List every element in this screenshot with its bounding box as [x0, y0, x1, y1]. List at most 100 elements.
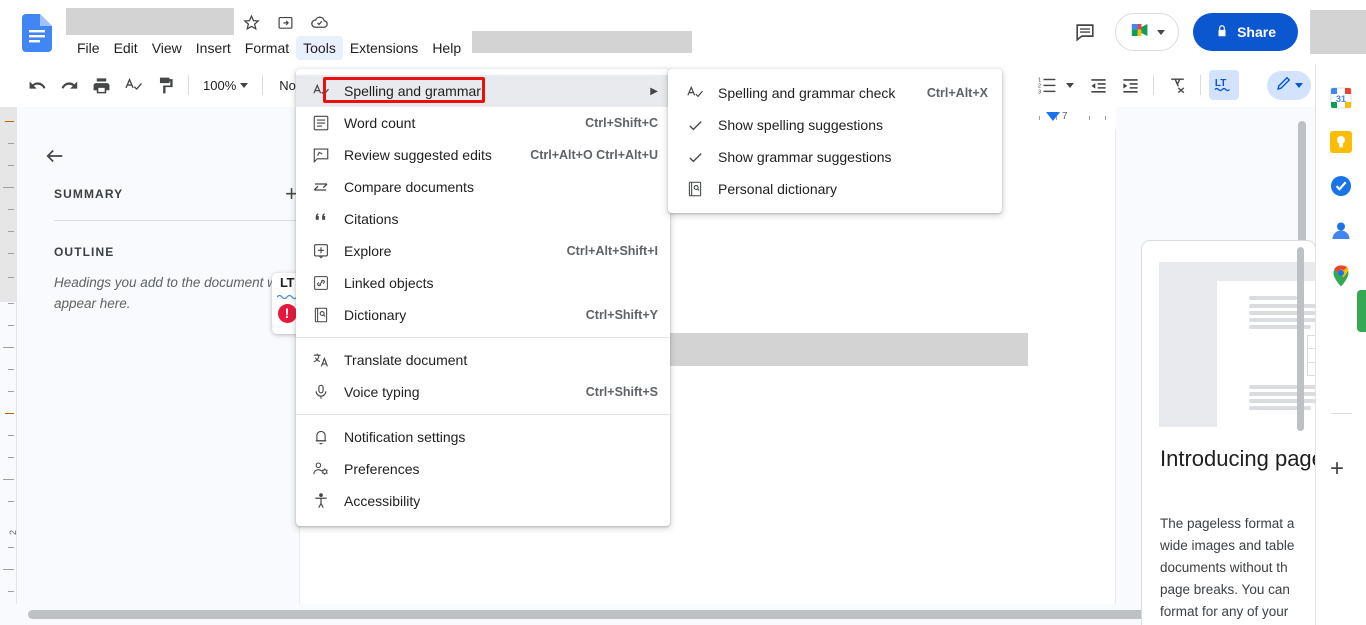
chevron-down-icon[interactable] [1066, 82, 1074, 88]
menu-view[interactable]: View [145, 36, 189, 60]
submenu-item-spelling-and-grammar-check[interactable]: Spelling and grammar check Ctrl+Alt+X [668, 77, 1002, 109]
menu-item-word-count[interactable]: Word count Ctrl+Shift+C [296, 107, 670, 139]
menu-item-label: Spelling and grammar [344, 83, 481, 99]
docs-logo-icon[interactable] [22, 14, 52, 52]
chevron-down-icon[interactable] [1295, 82, 1303, 88]
comment-icon[interactable] [1065, 12, 1105, 52]
menu-edit[interactable]: Edit [107, 36, 145, 60]
spelling-grammar-submenu: Spelling and grammar check Ctrl+Alt+X Sh… [668, 69, 1002, 213]
menu-item-spelling-and-grammar[interactable]: Spelling and grammar ▶ [296, 75, 670, 107]
menu-item-notification-settings[interactable]: Notification settings [296, 421, 670, 453]
top-right-actions: Share [1065, 10, 1366, 54]
menu-insert[interactable]: Insert [189, 36, 238, 60]
menu-item-shortcut: Ctrl+Shift+C [585, 116, 658, 130]
menu-item-label: Linked objects [344, 275, 434, 291]
google-contacts-icon[interactable] [1329, 219, 1353, 243]
spellcheck-icon [684, 82, 706, 104]
menu-item-shortcut: Ctrl+Shift+Y [585, 308, 658, 322]
indent-marker-icon[interactable] [1046, 112, 1060, 121]
pageless-card-scrollbar[interactable] [1297, 247, 1304, 431]
vruler-number-2: 2 [8, 530, 18, 536]
bell-icon [310, 426, 332, 448]
pencil-icon [1275, 74, 1293, 97]
spellcheck-icon[interactable] [118, 70, 148, 100]
menu-item-translate-document[interactable]: Translate document [296, 344, 670, 376]
menu-item-citations[interactable]: Citations [296, 203, 670, 235]
print-icon[interactable] [86, 70, 116, 100]
tools-menu-popup: Spelling and grammar ▶ Word count Ctrl+S… [296, 69, 670, 526]
menu-item-shortcut: Ctrl+Alt+O Ctrl+Alt+U [530, 148, 658, 162]
google-calendar-icon[interactable]: 31 [1329, 86, 1353, 110]
decrease-indent-icon[interactable] [1083, 70, 1113, 100]
submenu-item-label: Show grammar suggestions [718, 149, 892, 165]
share-button[interactable]: Share [1193, 13, 1298, 51]
languagetool-error-badge[interactable]: ! [277, 304, 297, 323]
menu-search-field[interactable] [472, 31, 692, 53]
menu-item-dictionary[interactable]: Dictionary Ctrl+Shift+Y [296, 299, 670, 331]
svg-text:3: 3 [1038, 89, 1041, 95]
menu-item-label: Accessibility [344, 493, 421, 509]
menu-item-compare-documents[interactable]: Compare documents [296, 171, 670, 203]
clear-formatting-icon[interactable] [1162, 70, 1192, 100]
google-meet-button[interactable] [1115, 13, 1180, 51]
languagetool-mark: LT [280, 275, 294, 290]
rail-divider [1331, 413, 1352, 414]
pageless-thumbnail [1159, 262, 1315, 427]
toolbar-divider [262, 75, 264, 95]
pageless-body-line-2: wide images and table [1160, 538, 1295, 553]
submenu-item-show-spelling-suggestions[interactable]: Show spelling suggestions [668, 109, 1002, 141]
submenu-item-label: Personal dictionary [718, 181, 838, 197]
add-addon-button[interactable]: + [1330, 457, 1344, 481]
menu-item-preferences[interactable]: Preferences [296, 453, 670, 485]
zoom-control[interactable]: 100% [197, 78, 254, 93]
chevron-down-icon[interactable] [240, 82, 249, 88]
menu-extensions[interactable]: Extensions [343, 36, 425, 60]
horizontal-scrollbar-thumb[interactable] [28, 610, 1176, 619]
edit-mode-control[interactable] [1267, 70, 1311, 100]
menu-tools[interactable]: Tools [296, 36, 343, 60]
toolbar-divider [1153, 75, 1154, 95]
google-keep-icon[interactable] [1329, 130, 1353, 154]
menu-item-accessibility[interactable]: Accessibility [296, 485, 670, 517]
pageless-card-title: Introducing pageless format [1160, 446, 1315, 471]
paint-format-icon[interactable] [150, 70, 180, 100]
menu-help[interactable]: Help [425, 36, 468, 60]
vertical-ruler[interactable]: 2 [0, 107, 18, 604]
cloud-saved-icon[interactable] [308, 11, 330, 33]
menu-file[interactable]: File [70, 36, 107, 60]
green-side-tab[interactable] [1357, 290, 1366, 332]
increase-indent-icon[interactable] [1115, 70, 1145, 100]
word-count-icon [310, 112, 332, 134]
submenu-item-show-grammar-suggestions[interactable]: Show grammar suggestions [668, 141, 1002, 173]
menu-item-linked-objects[interactable]: Linked objects [296, 267, 670, 299]
redo-icon[interactable] [54, 70, 84, 100]
menu-item-voice-typing[interactable]: Voice typing Ctrl+Shift+S [296, 376, 670, 408]
menu-item-explore[interactable]: Explore Ctrl+Alt+Shift+I [296, 235, 670, 267]
undo-icon[interactable] [22, 70, 52, 100]
chevron-down-icon[interactable] [1156, 29, 1165, 35]
svg-text:1: 1 [1038, 77, 1041, 83]
languagetool-icon[interactable]: LT [1209, 70, 1239, 100]
toolbar-divider [1200, 75, 1201, 95]
pageless-body-line-4: page breaks. You can [1160, 582, 1290, 597]
back-arrow-icon[interactable] [44, 145, 66, 172]
menu-item-label: Translate document [344, 352, 468, 368]
document-title-input[interactable] [66, 8, 234, 35]
google-tasks-icon[interactable] [1329, 174, 1353, 198]
pageless-body-line-1: The pageless format a [1160, 516, 1295, 531]
menu-item-shortcut: Ctrl+Shift+S [585, 385, 658, 399]
linked-objects-icon [310, 272, 332, 294]
dictionary-icon [684, 178, 706, 200]
menu-item-review-suggested-edits[interactable]: Review suggested edits Ctrl+Alt+O Ctrl+A… [296, 139, 670, 171]
account-avatar[interactable] [1310, 10, 1366, 54]
share-label: Share [1237, 24, 1276, 40]
submenu-item-personal-dictionary[interactable]: Personal dictionary [668, 173, 1002, 205]
google-maps-icon[interactable] [1329, 264, 1353, 288]
menu-item-label: Compare documents [344, 179, 474, 195]
numbered-list-icon[interactable]: 1 2 3 [1032, 70, 1062, 100]
menu-format[interactable]: Format [238, 36, 296, 60]
star-icon[interactable] [240, 11, 262, 33]
google-meet-icon [1130, 20, 1154, 45]
move-to-folder-icon[interactable] [274, 11, 296, 33]
toolbar-divider [188, 75, 189, 95]
